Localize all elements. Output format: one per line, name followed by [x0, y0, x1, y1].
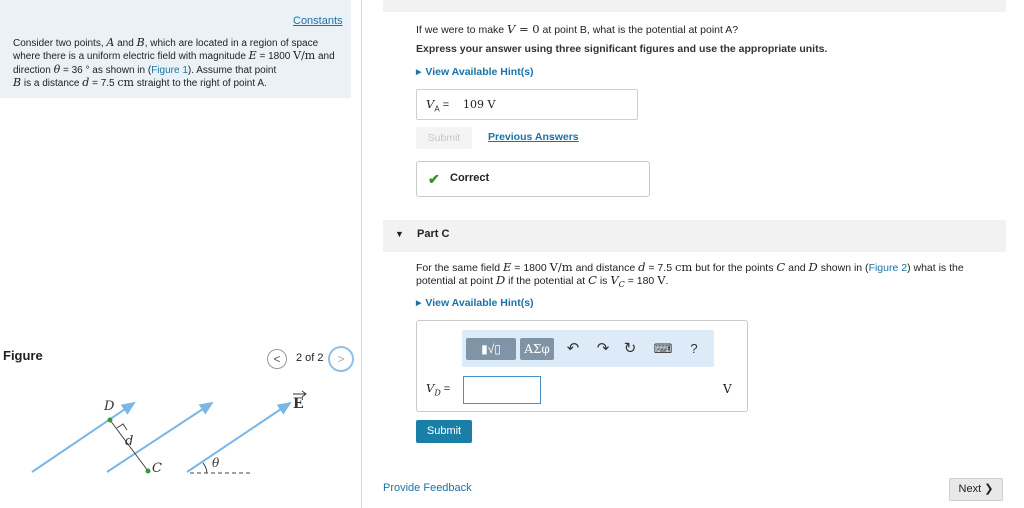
- part-b-answer-box: VA = 109 V: [416, 89, 638, 120]
- check-icon: ✔: [428, 171, 440, 187]
- part-c-submit-button[interactable]: Submit: [416, 420, 472, 443]
- hint-label: View Available Hint(s): [425, 66, 534, 78]
- symbols-button[interactable]: ΑΣφ: [520, 338, 554, 360]
- part-b-question: If we were to make V = 0 at point B, wha…: [416, 22, 738, 36]
- label-e-field: E: [293, 396, 304, 412]
- point-c: [145, 468, 151, 474]
- input-unit: V: [723, 382, 732, 396]
- intro-text: straight to the right of point A.: [133, 78, 267, 90]
- question-text: is: [596, 275, 611, 287]
- question-text: and distance: [572, 262, 639, 274]
- answer-label: VA =: [426, 97, 449, 113]
- point-d-symbol: D: [808, 260, 818, 274]
- right-angle-marker: [116, 423, 128, 431]
- problem-panel: Constants Consider two points, A and B, …: [0, 0, 362, 508]
- point-c-symbol: C: [776, 260, 786, 274]
- answer-editor: ▮√▯ ΑΣφ ↶ ↷ ↻ ⌨ ? VD = V: [416, 320, 748, 412]
- figure-next-button[interactable]: >: [328, 346, 354, 372]
- help-icon[interactable]: ?: [687, 338, 701, 360]
- intro-text: = 36 ° as shown in (: [60, 64, 152, 76]
- expand-caret-icon: ▶: [416, 300, 422, 307]
- intro-text: and: [114, 38, 137, 49]
- templates-button[interactable]: ▮√▯: [466, 338, 516, 360]
- problem-statement: Consider two points, A and B, which are …: [13, 36, 348, 91]
- answer-value: 109 V: [463, 98, 496, 111]
- constants-link[interactable]: Constants: [293, 15, 343, 27]
- point-b-symbol: B: [136, 36, 145, 49]
- undo-icon[interactable]: ↶: [565, 338, 581, 360]
- intro-text: is a distance: [21, 78, 83, 90]
- figure-title: Figure: [3, 348, 43, 363]
- question-text: if the potential at: [505, 275, 589, 287]
- potential-d-input[interactable]: [463, 376, 541, 404]
- intro-text: = 7.5: [89, 78, 118, 90]
- part-b-hint-toggle[interactable]: ▶ View Available Hint(s): [416, 66, 534, 78]
- field-unit: V/m: [549, 260, 573, 274]
- question-text: but for the points: [692, 262, 777, 274]
- part-b-instructions: Express your answer using three signific…: [416, 43, 828, 55]
- redo-icon[interactable]: ↷: [595, 338, 611, 360]
- potential-symbol: V: [610, 273, 619, 287]
- question-text: shown in (: [817, 262, 869, 274]
- field-symbol: E: [248, 49, 257, 63]
- part-c-title[interactable]: Part C: [417, 228, 449, 240]
- question-text: .: [665, 275, 669, 287]
- result-feedback-box: ✔ Correct: [416, 161, 650, 197]
- part-b-submit-button[interactable]: Submit: [416, 127, 472, 149]
- question-text: = 0: [515, 22, 540, 36]
- collapse-caret-icon[interactable]: ▼: [395, 229, 404, 239]
- next-button[interactable]: Next ❯: [949, 478, 1003, 501]
- label-c-point: C: [152, 461, 162, 476]
- intro-text: = 1800: [256, 51, 294, 63]
- question-text: = 180: [624, 275, 658, 287]
- input-equals: =: [440, 383, 451, 395]
- distance-unit: cm: [674, 260, 693, 274]
- hint-label: View Available Hint(s): [425, 297, 534, 309]
- result-text: Correct: [450, 172, 490, 184]
- field-arrow: [186, 401, 292, 473]
- potential-unit: V: [657, 273, 666, 287]
- question-text: = 1800: [511, 262, 550, 274]
- keyboard-icon[interactable]: ⌨: [652, 338, 674, 360]
- point-d-symbol: D: [495, 273, 506, 287]
- input-label: VD =: [426, 381, 450, 397]
- part-b-header-strip: [383, 0, 1006, 12]
- label-theta: θ: [212, 456, 220, 470]
- problem-intro-box: Constants Consider two points, A and B, …: [0, 0, 351, 98]
- question-text: and: [785, 262, 809, 274]
- intro-text: Consider two points,: [13, 38, 107, 49]
- question-text: For the same field: [416, 262, 503, 274]
- figure-2-link[interactable]: Figure 2: [869, 262, 908, 274]
- figure-prev-button[interactable]: <: [267, 349, 287, 369]
- expand-caret-icon: ▶: [416, 69, 422, 76]
- reset-icon[interactable]: ↻: [622, 338, 638, 360]
- figure-diagram: D d C θ E: [31, 390, 307, 476]
- label-d-point: D: [103, 399, 115, 414]
- point-d: [107, 417, 113, 423]
- point-b-symbol: B: [13, 76, 22, 90]
- figure-1-link[interactable]: Figure 1: [151, 65, 188, 76]
- figure-page-count: 2 of 2: [296, 352, 324, 364]
- question-text: If we were to make: [416, 24, 508, 36]
- angle-arc: [202, 462, 208, 474]
- part-c-hint-toggle[interactable]: ▶ View Available Hint(s): [416, 297, 534, 309]
- answer-equals: =: [439, 99, 450, 111]
- math-toolbar: ▮√▯ ΑΣφ ↶ ↷ ↻ ⌨ ?: [462, 330, 714, 367]
- field-arrow: [31, 401, 136, 473]
- field-unit: V/m: [293, 49, 316, 63]
- point-c-symbol: C: [588, 273, 597, 287]
- distance-unit: cm: [117, 76, 134, 90]
- question-text: at point B, what is the potential at poi…: [539, 24, 739, 36]
- part-c-question: For the same field E = 1800 V/m and dist…: [416, 261, 1001, 291]
- intro-text: ). Assume that point: [187, 64, 277, 76]
- previous-answers-link[interactable]: Previous Answers: [488, 131, 579, 143]
- label-distance: d: [125, 434, 133, 449]
- part-c-header[interactable]: [383, 220, 1006, 252]
- provide-feedback-link[interactable]: Provide Feedback: [383, 482, 472, 494]
